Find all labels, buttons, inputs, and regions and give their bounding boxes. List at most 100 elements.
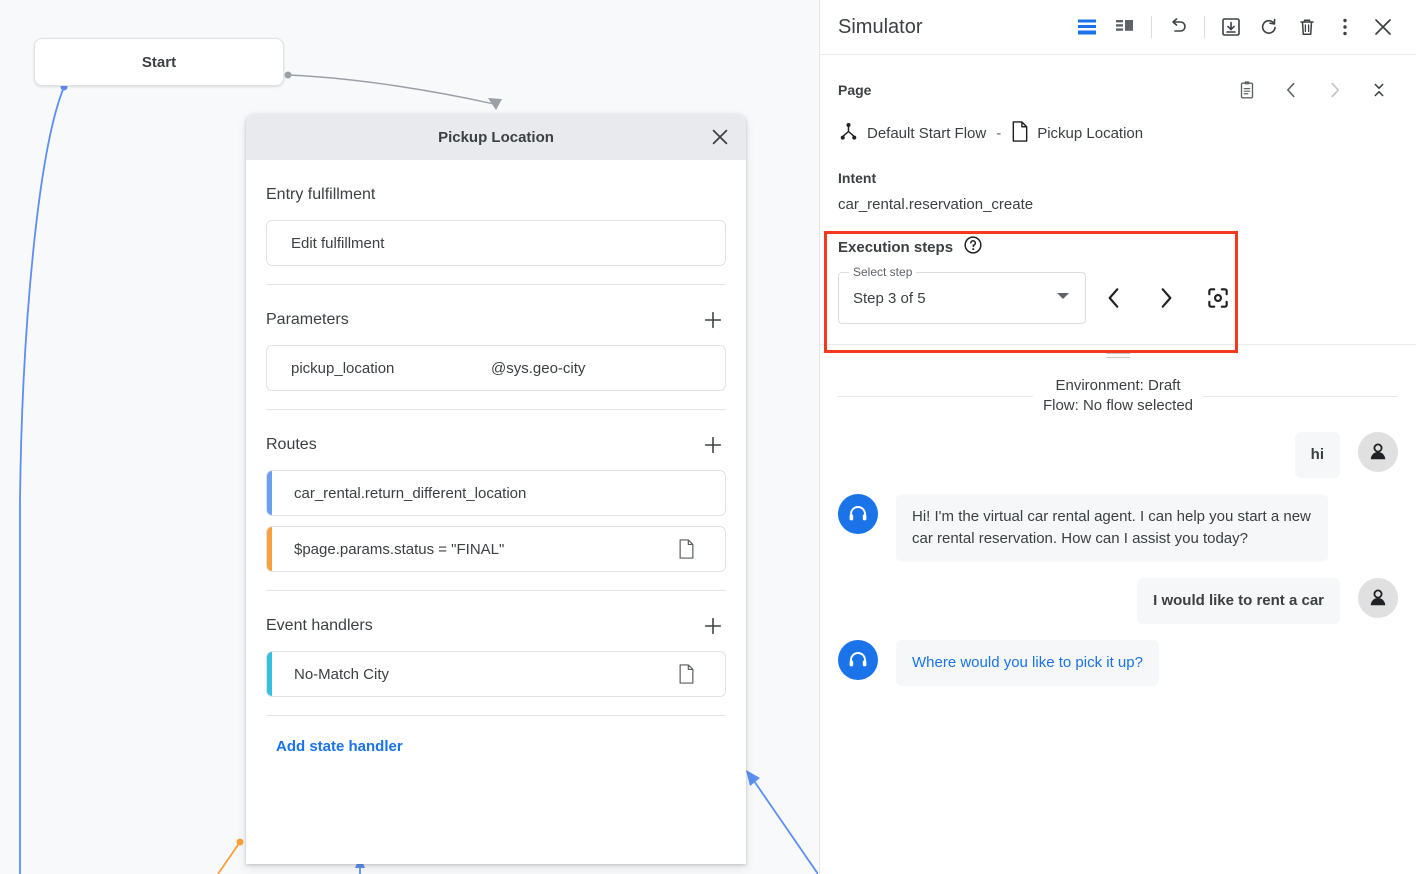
routes-title: Routes [266,436,317,454]
clipboard-icon[interactable] [1228,71,1266,109]
page-doc-icon [678,539,695,559]
select-step-dropdown[interactable]: Select step Step 3 of 5 [838,272,1086,324]
chat-transcript: Environment: Draft Flow: No flow selecte… [820,358,1416,686]
agent-avatar-icon [838,640,878,680]
chat-message-user: hi [838,432,1398,478]
execution-steps-header: Execution steps [838,235,1398,260]
execution-steps-controls: Select step Step 3 of 5 [838,272,1398,324]
toolbar-divider [1204,16,1205,38]
divider [266,715,726,716]
chevron-right-icon[interactable] [1316,71,1354,109]
status-labels: Environment: Draft Flow: No flow selecte… [1043,376,1193,416]
delete-icon[interactable] [1288,8,1326,46]
route-row[interactable]: $page.params.status = "FINAL" [266,526,726,572]
page-tools [1228,71,1398,109]
start-node[interactable]: Start [34,38,284,86]
start-node-label: Start [142,54,176,71]
simulator-title: Simulator [838,16,922,39]
flow-label: Flow: No flow selected [1043,396,1193,416]
section-entry-fulfillment: Entry fulfillment Edit fulfillment [266,160,726,285]
section-routes: Routes car_rental.return_different_locat… [266,410,726,591]
chat-bubble: Hi! I'm the virtual car rental agent. I … [896,494,1328,562]
collapse-icon[interactable] [1360,71,1398,109]
save-download-icon[interactable] [1212,8,1250,46]
route-label: car_rental.return_different_location [294,485,526,502]
event-handlers-header: Event handlers [266,611,726,641]
section-parameters: Parameters pickup_location @sys.geo-city [266,285,726,410]
execution-steps-section: Execution steps Select step Step 3 of 5 [820,213,1416,324]
page-panel-title: Pickup Location [438,129,554,146]
route-row[interactable]: car_rental.return_different_location [266,470,726,516]
breadcrumb-flow-name[interactable]: Default Start Flow [867,125,986,142]
select-step-value: Step 3 of 5 [853,290,926,307]
intent-value: car_rental.reservation_create [838,196,1398,213]
chat-status: Environment: Draft Flow: No flow selecte… [838,376,1398,416]
chat-bubble: I would like to rent a car [1137,578,1340,624]
chat-bubble[interactable]: Where would you like to pick it up? [896,640,1159,686]
route-row-content: car_rental.return_different_location [272,485,709,502]
chevron-down-icon [1055,288,1071,309]
chat-message-user: I would like to rent a car [838,578,1398,624]
parameters-title: Parameters [266,311,349,329]
section-event-handlers: Event handlers No-Match City [266,591,726,716]
parameter-row-content: pickup_location @sys.geo-city [283,360,709,377]
handle-bar [1106,357,1130,358]
edit-fulfillment-button[interactable]: Edit fulfillment [266,220,726,266]
center-focus-icon[interactable] [1194,274,1242,322]
parameters-header: Parameters [266,305,726,335]
event-handler-row[interactable]: No-Match City [266,651,726,697]
page-label: Page [838,82,871,98]
agent-avatar-icon [838,494,878,534]
help-circle-icon[interactable] [963,235,983,260]
plus-icon[interactable] [700,613,726,639]
event-handler-row-content: No-Match City [272,664,709,684]
page-panel-header: Pickup Location [246,114,746,160]
edit-fulfillment-label: Edit fulfillment [283,235,384,252]
user-avatar-icon [1358,432,1398,472]
layout-horizontal-split-icon[interactable] [1068,8,1106,46]
intent-label: Intent [838,170,1398,186]
page-detail-panel: Pickup Location Entry fulfillment Edit f… [246,114,746,864]
toolbar-divider [1151,16,1152,38]
entry-fulfillment-title: Entry fulfillment [266,186,375,204]
chevron-left-icon[interactable] [1272,71,1310,109]
flow-canvas[interactable]: Start Pickup Location Entry fulfillment … [0,0,818,874]
layout-vertical-split-icon[interactable] [1106,8,1144,46]
parameter-row[interactable]: pickup_location @sys.geo-city [266,345,726,391]
status-rule-left [838,396,1033,397]
chat-message-agent: Where would you like to pick it up? [838,640,1398,686]
simulator-header: Simulator [820,0,1416,55]
next-step-button[interactable] [1142,274,1190,322]
previous-step-button[interactable] [1090,274,1138,322]
environment-label: Environment: Draft [1043,376,1193,396]
execution-steps-title: Execution steps [838,239,953,256]
add-state-handler-link[interactable]: Add state handler [266,738,726,755]
route-label: $page.params.status = "FINAL" [294,541,504,558]
chat-message-agent: Hi! I'm the virtual car rental agent. I … [838,494,1398,562]
select-step-label: Select step [849,265,916,279]
panel-resize-handle[interactable] [820,345,1416,358]
parameter-entity-type: @sys.geo-city [491,360,585,377]
routes-header: Routes [266,430,726,460]
entry-fulfillment-header: Entry fulfillment [266,180,726,210]
breadcrumb: Default Start Flow - Pickup Location [838,121,1398,146]
breadcrumb-separator: - [996,125,1001,142]
page-panel-body: Entry fulfillment Edit fulfillment Param… [246,160,746,755]
route-row-content: $page.params.status = "FINAL" [272,539,709,559]
simulator-toolbar [1068,8,1402,46]
user-avatar-icon [1358,578,1398,618]
close-icon[interactable] [706,123,734,151]
simulator-meta: Page [820,55,1416,213]
app-root: Start Pickup Location Entry fulfillment … [0,0,1416,874]
flow-icon [838,121,859,146]
plus-icon[interactable] [700,307,726,333]
plus-icon[interactable] [700,432,726,458]
undo-icon[interactable] [1159,8,1197,46]
restart-icon[interactable] [1250,8,1288,46]
breadcrumb-page-name[interactable]: Pickup Location [1037,125,1143,142]
handle-bar [1106,353,1130,354]
more-options-icon[interactable] [1326,8,1364,46]
close-icon[interactable] [1364,8,1402,46]
page-section-header: Page [838,71,1398,109]
simulator-panel: Simulator [819,0,1416,874]
